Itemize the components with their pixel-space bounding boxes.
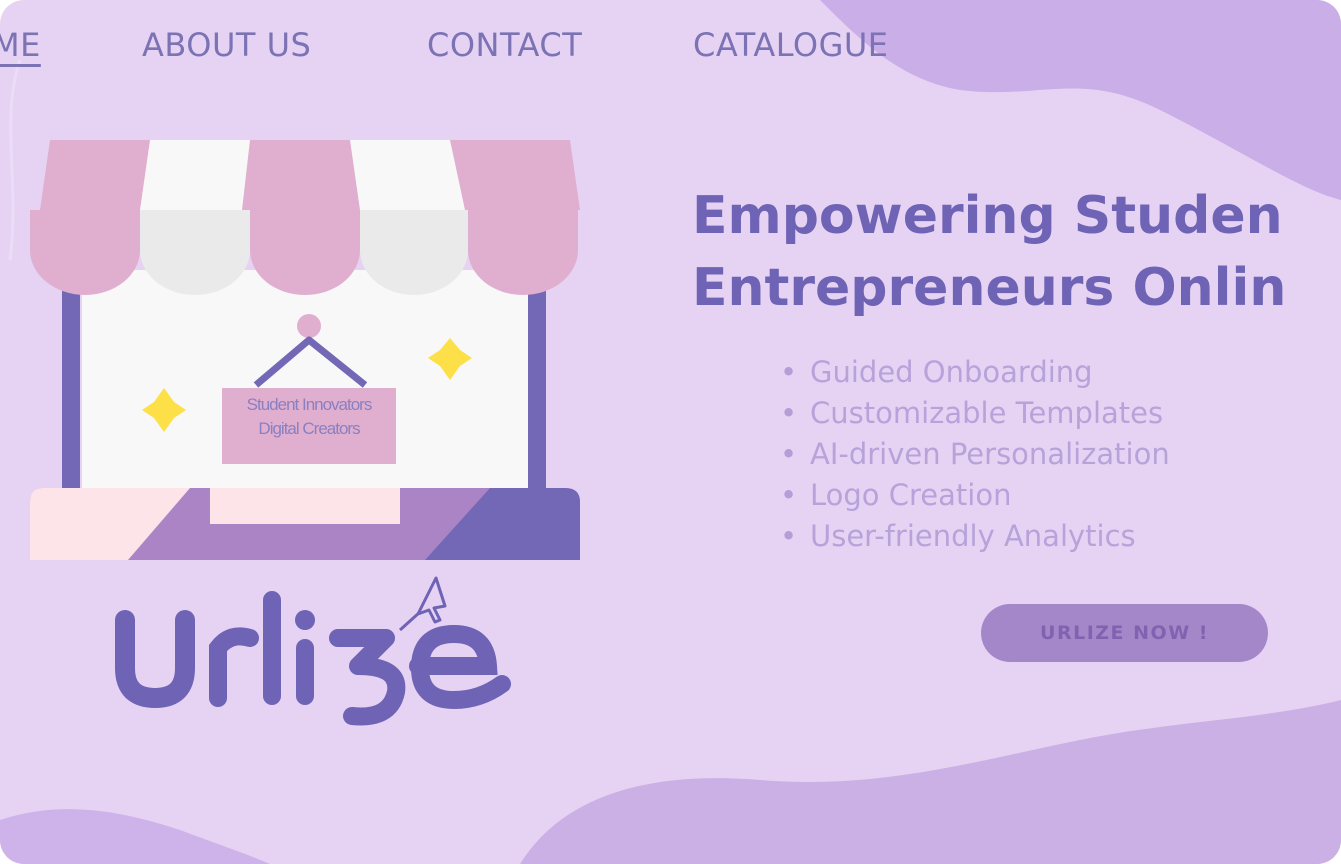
nav-catalogue-link[interactable]: CATALOGUE <box>693 26 889 64</box>
page-frame: ME ABOUT US CONTACT CATALOGUE Student In… <box>0 0 1341 864</box>
list-item: • User-friendly Analytics <box>780 519 1136 553</box>
list-item: • Customizable Templates <box>780 396 1164 430</box>
list-item: • Logo Creation <box>780 478 1012 512</box>
hero-headline: Empowering Studen Entrepreneurs Onlin <box>692 180 1286 324</box>
feature-label: Logo Creation <box>810 478 1012 512</box>
list-item: • AI-driven Personalization <box>780 437 1170 471</box>
brand-logo <box>115 576 511 726</box>
feature-label: Customizable Templates <box>810 396 1164 430</box>
feature-label: AI-driven Personalization <box>810 437 1170 471</box>
urlize-now-button[interactable]: URLIZE NOW ! <box>981 604 1268 662</box>
store-sign: Student Innovators Digital Creators <box>222 393 396 441</box>
storefront-illustration <box>30 140 580 560</box>
feature-list: • Guided Onboarding • Customizable Templat… <box>780 352 1170 557</box>
headline-line-1: Empowering Studen <box>692 186 1283 246</box>
feature-label: User-friendly Analytics <box>810 519 1136 553</box>
feature-label: Guided Onboarding <box>810 355 1093 389</box>
sign-line-1: Student Innovators <box>246 395 373 414</box>
nav-home-link[interactable]: ME <box>0 26 41 64</box>
nav-about-link[interactable]: ABOUT US <box>142 26 311 64</box>
sign-line-2: Digital Creators <box>258 419 360 438</box>
headline-line-2: Entrepreneurs Onlin <box>692 258 1287 318</box>
cursor-arrow-icon <box>398 576 447 632</box>
list-item: • Guided Onboarding <box>780 355 1093 389</box>
nav-contact-link[interactable]: CONTACT <box>427 26 582 64</box>
